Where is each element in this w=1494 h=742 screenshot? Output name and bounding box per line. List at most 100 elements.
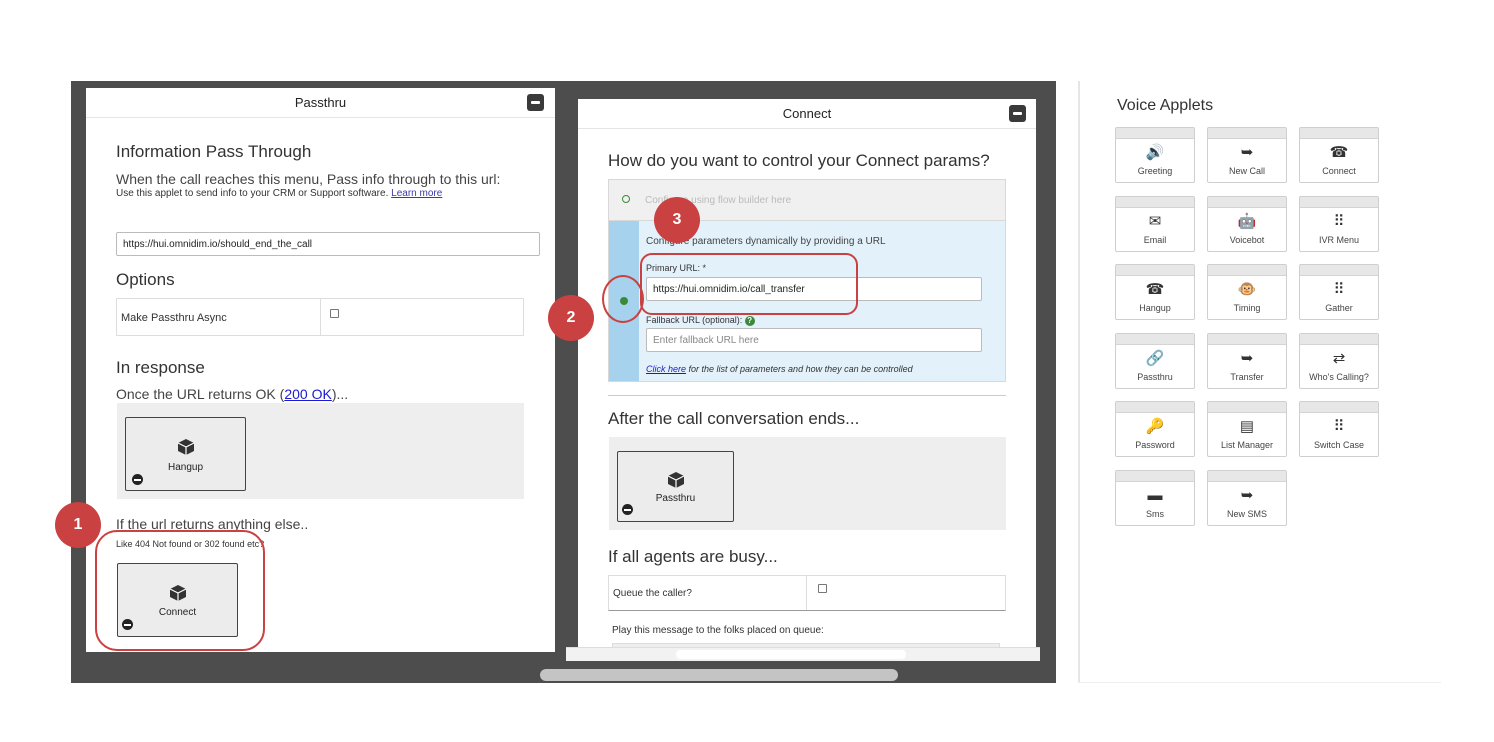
click-here-link[interactable]: Click here bbox=[646, 364, 686, 374]
callout-3: 3 bbox=[654, 197, 700, 243]
applet-tile-label: New SMS bbox=[1226, 508, 1267, 519]
applet-tile-label: New Call bbox=[1228, 166, 1265, 176]
applet-tile-timing[interactable]: 🐵 Timing bbox=[1207, 264, 1287, 320]
applet-tile-label: Gather bbox=[1325, 303, 1353, 313]
tile-header bbox=[1116, 333, 1194, 345]
passthru-collapse-button[interactable] bbox=[527, 94, 544, 111]
connect-icon: ☎ bbox=[1329, 144, 1349, 161]
applet-tile-ivr-menu[interactable]: ⠿ IVR Menu bbox=[1299, 195, 1379, 252]
gather-icon: ⠿ bbox=[1333, 281, 1345, 298]
connect-params-question: How do you want to control your Connect … bbox=[608, 151, 990, 170]
tile-header bbox=[1208, 402, 1286, 413]
canvas-scroll-thumb[interactable] bbox=[540, 669, 898, 681]
list-manager-icon: ▤ bbox=[1239, 418, 1255, 435]
voice-applets-title: Voice Applets bbox=[1117, 97, 1214, 114]
connect-collapse-button[interactable] bbox=[1009, 105, 1026, 122]
ivr-menu-icon: ⠿ bbox=[1333, 212, 1345, 230]
queue-message-label: Play this message to the folks placed on… bbox=[612, 625, 824, 636]
applet-tile-label: Voicebot bbox=[1229, 234, 1265, 245]
applet-tile-label: List Manager bbox=[1220, 440, 1274, 450]
applet-tile-password[interactable]: 🔑 Password bbox=[1115, 401, 1195, 457]
tile-header bbox=[1116, 196, 1194, 208]
options-table: Make Passthru Async bbox=[116, 298, 524, 336]
queue-divider bbox=[806, 576, 807, 610]
passthru-panel-title: Passthru bbox=[86, 88, 555, 118]
pass-through-hint-text: Use this applet to send info to your CRM… bbox=[116, 188, 389, 199]
busy-heading: If all agents are busy... bbox=[608, 547, 778, 566]
applet-tile-label: IVR Menu bbox=[1318, 234, 1360, 245]
applet-tile-label: Passthru bbox=[1137, 371, 1173, 382]
new-call-icon: ➥ bbox=[1240, 144, 1254, 161]
options-divider bbox=[320, 299, 321, 335]
pass-through-heading: Information Pass Through bbox=[116, 142, 312, 161]
highlight-dynamic-radio bbox=[602, 275, 644, 323]
email-icon: ✉ bbox=[1148, 212, 1162, 230]
passthru-applet-node[interactable]: Passthru bbox=[617, 451, 734, 522]
after-call-heading: After the call conversation ends... bbox=[608, 409, 860, 428]
applet-tile-sms[interactable]: ▬ Sms bbox=[1115, 469, 1195, 526]
after-call-dropzone[interactable]: Passthru bbox=[609, 437, 1006, 530]
queue-checkbox[interactable] bbox=[818, 584, 827, 593]
async-label: Make Passthru Async bbox=[121, 312, 227, 324]
applet-tile-switch-case[interactable]: ⠿ Switch Case bbox=[1299, 401, 1379, 457]
applet-tile-hangup[interactable]: ☎ Hangup bbox=[1115, 264, 1195, 320]
parameters-help-text: Click here for the list of parameters an… bbox=[646, 364, 913, 374]
applet-tile-gather[interactable]: ⠿ Gather bbox=[1299, 264, 1379, 320]
in-response-heading: In response bbox=[116, 358, 205, 377]
remove-passthru-button[interactable] bbox=[622, 504, 633, 515]
tile-header bbox=[1300, 265, 1378, 276]
applet-tile-label: Transfer bbox=[1230, 371, 1264, 382]
connect-panel-scroll-thumb[interactable] bbox=[676, 650, 906, 659]
ok-prefix: Once the URL returns OK ( bbox=[116, 386, 285, 402]
passthru-url-input[interactable]: https://hui.omnidim.io/should_end_the_ca… bbox=[116, 232, 540, 256]
applet-tile-transfer[interactable]: ➥ Transfer bbox=[1207, 332, 1287, 389]
help-icon[interactable]: ? bbox=[744, 316, 755, 326]
applet-tile-voicebot[interactable]: 🤖 Voicebot bbox=[1207, 195, 1287, 252]
highlight-primary-url bbox=[640, 253, 858, 315]
remove-hangup-button[interactable] bbox=[132, 474, 143, 485]
cube-icon bbox=[177, 439, 195, 455]
applet-tile-connect[interactable]: ☎ Connect bbox=[1299, 127, 1379, 183]
option-static-radio[interactable] bbox=[622, 195, 630, 203]
tile-header bbox=[1208, 196, 1286, 208]
callout-1: 1 bbox=[55, 502, 101, 548]
applet-tile-passthru[interactable]: 🔗 Passthru bbox=[1115, 332, 1195, 389]
tile-header bbox=[1208, 128, 1286, 139]
tile-header bbox=[1116, 265, 1194, 276]
applet-tile-label: Who's Calling? bbox=[1309, 371, 1369, 382]
tile-header bbox=[1116, 402, 1194, 413]
sms-icon: ▬ bbox=[1147, 486, 1163, 504]
ok-dropzone[interactable]: Hangup bbox=[117, 403, 524, 499]
learn-more-link[interactable]: Learn more bbox=[391, 188, 442, 199]
voicebot-icon: 🤖 bbox=[1237, 212, 1257, 230]
200-ok-link[interactable]: 200 OK bbox=[284, 386, 331, 402]
pass-through-hint: Use this applet to send info to your CRM… bbox=[116, 188, 442, 199]
hangup-node-label: Hangup bbox=[167, 462, 204, 473]
applet-tile-greeting[interactable]: 🔊 Greeting bbox=[1115, 127, 1195, 183]
tile-header bbox=[1208, 333, 1286, 345]
applet-tile-new-call[interactable]: ➥ New Call bbox=[1207, 127, 1287, 183]
async-checkbox[interactable] bbox=[330, 309, 339, 318]
tile-header bbox=[1208, 265, 1286, 276]
queue-label: Queue the caller? bbox=[613, 588, 692, 599]
tile-header bbox=[1116, 128, 1194, 139]
connect-panel-title: Connect bbox=[578, 99, 1036, 129]
tile-header bbox=[1208, 470, 1286, 482]
applet-tile-email[interactable]: ✉ Email bbox=[1115, 195, 1195, 252]
callout-2: 2 bbox=[548, 295, 594, 341]
passthru-node-label: Passthru bbox=[655, 493, 696, 504]
cube-icon bbox=[667, 472, 685, 488]
applet-tile-whos-calling[interactable]: ⇄ Who's Calling? bbox=[1299, 332, 1379, 389]
pass-through-instruction: When the call reaches this menu, Pass in… bbox=[116, 171, 501, 187]
applet-tile-new-sms[interactable]: ➥ New SMS bbox=[1207, 469, 1287, 526]
applet-tile-label: Sms bbox=[1146, 508, 1164, 519]
hangup-applet-node[interactable]: Hangup bbox=[125, 417, 246, 491]
timing-icon: 🐵 bbox=[1237, 281, 1257, 298]
transfer-icon: ➥ bbox=[1240, 349, 1254, 367]
applet-tile-label: Hangup bbox=[1139, 303, 1171, 313]
fallback-url-input[interactable]: Enter fallback URL here bbox=[646, 328, 982, 352]
connect-panel-scrollbar[interactable] bbox=[566, 647, 1040, 661]
passthru-icon: 🔗 bbox=[1145, 349, 1165, 367]
applet-tile-list-manager[interactable]: ▤ List Manager bbox=[1207, 401, 1287, 457]
applet-tile-label: Connect bbox=[1322, 166, 1356, 176]
